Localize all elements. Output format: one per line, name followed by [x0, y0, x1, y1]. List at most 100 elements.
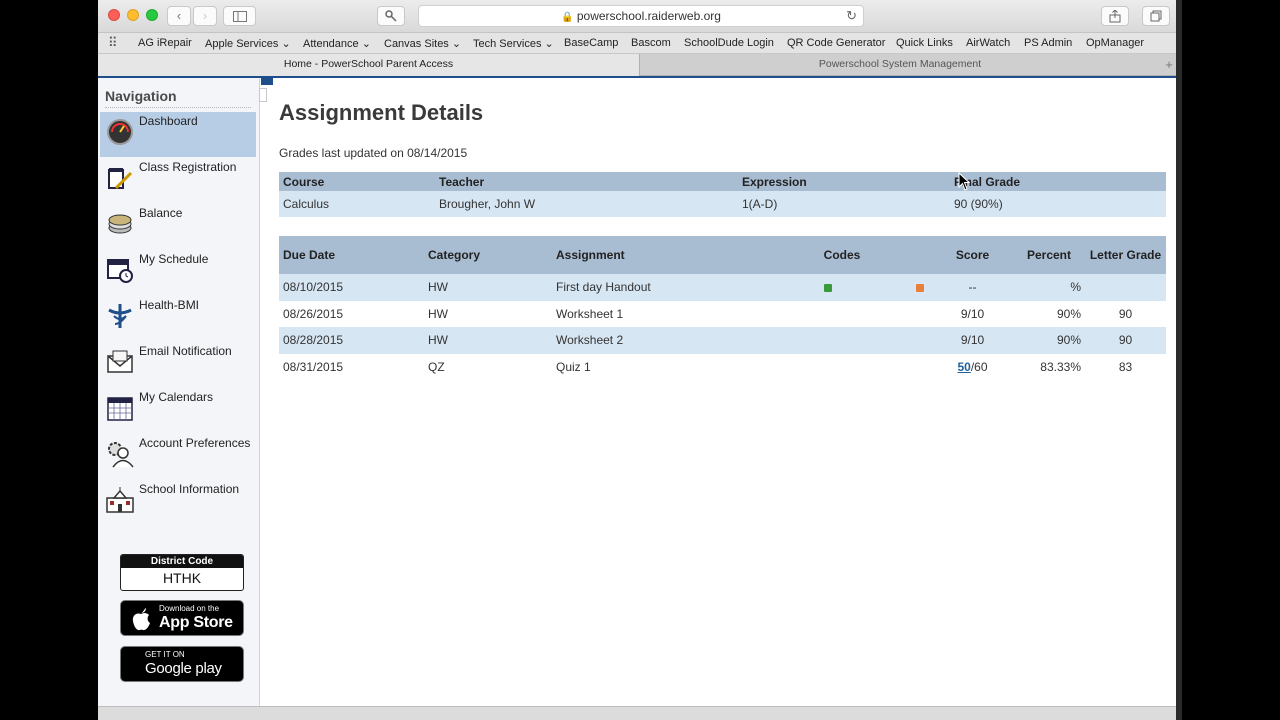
sidebar-item-label: Health-BMI — [139, 298, 200, 312]
sidebar-item-label: Class Registration — [139, 160, 237, 174]
sidebar-item-balance[interactable]: Balance — [100, 204, 256, 249]
sidebar-item-dashboard[interactable]: Dashboard — [100, 112, 256, 157]
bookmark-canvas-sites[interactable]: Canvas Sites ⌄ — [384, 37, 461, 50]
sidebar-item-class-registration[interactable]: Class Registration — [100, 158, 256, 203]
chevron-left-icon: ‹ — [176, 8, 182, 23]
bookmark-bascom[interactable]: Bascom — [631, 37, 671, 49]
letter-grade: 83 — [1118, 359, 1133, 374]
browser-toolbar: ‹ › 🔒 powerschool.raiderweb.org ↻ — [98, 0, 1176, 33]
district-code-label: District Code — [121, 555, 243, 568]
screen-edge — [1176, 0, 1182, 720]
collapse-header-toggle[interactable] — [261, 76, 273, 85]
sidebar-item-label: My Calendars — [139, 390, 214, 404]
bookmark-opmanager[interactable]: OpManager — [1086, 37, 1144, 49]
percent: % — [1013, 274, 1085, 301]
grid-icon[interactable]: ⠿ — [108, 35, 118, 51]
tab-parent-access[interactable]: Home - PowerSchool Parent Access — [98, 54, 640, 76]
district-code-value: HTHK — [162, 570, 202, 586]
due-date: 08/10/2015 — [279, 274, 424, 301]
bookmark-ps-admin[interactable]: PS Admin — [1024, 37, 1072, 49]
zoom-window-button[interactable] — [146, 9, 158, 21]
due-date: 08/31/2015 — [283, 359, 344, 374]
sidebar-toggle-button[interactable] — [223, 6, 256, 26]
url-text: powerschool.raiderweb.org — [576, 9, 721, 23]
app-store-badge[interactable]: Download on the App Store — [120, 600, 244, 636]
app-store-big-text: App Store — [159, 614, 233, 631]
sidebar-item-account-preferences[interactable]: Account Preferences — [100, 434, 256, 479]
google-play-big-text: Google play — [145, 660, 222, 677]
page-title: Assignment Details — [279, 100, 484, 125]
sidebar-item-label: My Schedule — [139, 252, 209, 266]
table-row: Calculus Brougher, John W 1(A-D) 90 (90%… — [279, 191, 1166, 217]
column-header: Assignment — [552, 236, 752, 274]
collapse-sidebar-toggle[interactable] — [259, 88, 267, 102]
sidebar-item-school-information[interactable]: School Information — [100, 480, 256, 525]
score: 9/10 — [960, 306, 985, 321]
bookmark-qr-code-generator[interactable]: QR Code Generator — [787, 37, 885, 49]
lock-icon: 🔒 — [561, 12, 574, 23]
score-total: /60 — [970, 359, 988, 374]
share-button[interactable] — [1101, 6, 1129, 26]
google-play-badge[interactable]: GET IT ON Google play — [120, 646, 244, 682]
last-updated-text: Grades last updated on 08/14/2015 — [279, 146, 468, 160]
assignment-name: Quiz 1 — [556, 359, 591, 374]
letter-grade — [1085, 274, 1166, 301]
sidebar-item-my-calendars[interactable]: My Calendars — [100, 388, 256, 433]
percent: 90% — [1056, 306, 1081, 321]
extension-button[interactable] — [377, 6, 405, 26]
new-tab-plus-icon[interactable]: + — [1162, 54, 1176, 76]
chevron-down-icon: ⌄ — [451, 38, 462, 50]
missing-flag-icon — [916, 284, 924, 293]
sidebar-item-label: Account Preferences — [139, 436, 251, 450]
category: HW — [424, 327, 552, 354]
reload-icon[interactable]: ↻ — [846, 8, 857, 24]
health-icon — [108, 304, 132, 328]
assignment-name: Worksheet 2 — [552, 327, 752, 354]
due-date: 08/26/2015 — [283, 306, 344, 321]
address-bar[interactable]: 🔒 powerschool.raiderweb.org ↻ — [418, 5, 864, 27]
chevron-right-icon: › — [202, 8, 208, 23]
account-preferences-icon — [108, 442, 134, 468]
bookmark-attendance[interactable]: Attendance ⌄ — [303, 37, 371, 50]
forward-button[interactable]: › — [193, 6, 217, 26]
balance-icon — [108, 214, 132, 234]
score-link[interactable]: 50 — [957, 360, 970, 374]
mouse-cursor-icon — [958, 172, 971, 191]
status-bar — [98, 706, 1176, 720]
column-header: Percent — [1013, 236, 1085, 274]
bookmark-apple-services[interactable]: Apple Services ⌄ — [205, 37, 291, 50]
column-header: Course — [279, 172, 435, 191]
percent: 90% — [1013, 327, 1085, 354]
school-icon — [106, 487, 134, 513]
bookmark-schooldude-login[interactable]: SchoolDude Login — [684, 37, 774, 49]
bookmark-tech-services[interactable]: Tech Services ⌄ — [473, 37, 554, 50]
tab-system-management[interactable]: Powerschool System Management — [640, 54, 1160, 76]
column-header: Teacher — [435, 172, 738, 191]
minimize-window-button[interactable] — [127, 9, 139, 21]
assignment-name: First day Handout — [552, 274, 752, 301]
back-button[interactable]: ‹ — [167, 6, 191, 26]
final-grade: 90 (90%) — [950, 191, 1166, 217]
sidebar-item-my-schedule[interactable]: My Schedule — [100, 250, 256, 295]
table-row: 08/10/2015 HW First day Handout -- % — [279, 274, 1166, 301]
tabs-icon — [1150, 10, 1162, 22]
sidebar-item-health-bmi[interactable]: Health-BMI — [100, 296, 256, 341]
dashboard-icon — [107, 119, 133, 145]
bookmark-ag-irepair[interactable]: AG iRepair — [138, 37, 192, 49]
close-window-button[interactable] — [108, 9, 120, 21]
score: -- — [932, 274, 1013, 301]
column-header: Category — [424, 236, 552, 274]
teacher-name: Brougher, John W — [435, 191, 738, 217]
class-registration-icon — [108, 168, 133, 190]
score: 50/60 — [932, 354, 1013, 381]
category: QZ — [428, 359, 445, 374]
tabs-overview-button[interactable] — [1142, 6, 1170, 26]
bookmark-airwatch[interactable]: AirWatch — [966, 37, 1010, 49]
bookmark-basecamp[interactable]: BaseCamp — [564, 37, 618, 49]
schedule-icon — [107, 259, 133, 283]
expression: 1(A-D) — [738, 191, 950, 217]
bookmark-quick-links[interactable]: Quick Links — [896, 37, 953, 49]
assignment-name: Worksheet 1 — [556, 306, 624, 321]
sidebar-item-email-notification[interactable]: Email Notification — [100, 342, 256, 387]
percent: 83.33% — [1040, 359, 1081, 374]
